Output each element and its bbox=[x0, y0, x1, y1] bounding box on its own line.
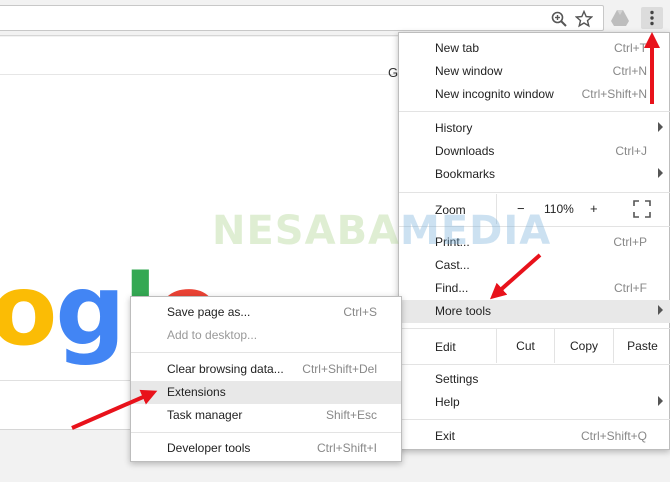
menu-item-cast[interactable]: Cast... bbox=[399, 254, 670, 277]
zoom-in-icon[interactable] bbox=[550, 10, 568, 28]
menu-item-shortcut: Shift+Esc bbox=[325, 408, 377, 422]
watermark-logo: NESABAMEDIA bbox=[212, 208, 551, 254]
menu-button[interactable] bbox=[641, 7, 663, 29]
menu-item-label: New window bbox=[435, 64, 503, 78]
menu-item-label: More tools bbox=[435, 304, 492, 318]
menu-item-history[interactable]: History bbox=[399, 117, 670, 140]
edit-row: Edit Cut Copy Paste bbox=[399, 329, 670, 363]
copy-button[interactable]: Copy bbox=[554, 329, 613, 363]
menu-item-label: History bbox=[435, 121, 473, 135]
submenu-arrow-icon bbox=[658, 122, 663, 132]
menu-item-label: Extensions bbox=[167, 385, 226, 399]
logo-letter: g bbox=[55, 254, 125, 368]
menu-item-label: Downloads bbox=[435, 144, 495, 158]
menu-separator bbox=[399, 192, 670, 193]
submenu-arrow-icon bbox=[658, 396, 663, 406]
submenu-item-save-page[interactable]: Save page as... Ctrl+S bbox=[131, 301, 401, 324]
menu-item-shortcut: Ctrl+Shift+I bbox=[316, 441, 377, 455]
browser-toolbar bbox=[0, 0, 670, 36]
more-tools-submenu: Save page as... Ctrl+S Add to desktop...… bbox=[130, 296, 402, 462]
menu-item-shortcut: Ctrl+S bbox=[343, 305, 377, 319]
menu-item-label: Cast... bbox=[435, 258, 470, 272]
submenu-item-add-to-desktop: Add to desktop... bbox=[131, 324, 401, 347]
menu-item-label: Bookmarks bbox=[435, 167, 496, 181]
submenu-arrow-icon bbox=[658, 168, 663, 178]
menu-item-shortcut: Ctrl+Shift+Del bbox=[302, 362, 377, 376]
menu-item-shortcut: Ctrl+J bbox=[615, 144, 647, 158]
menu-item-label: Settings bbox=[435, 372, 479, 386]
fullscreen-icon[interactable] bbox=[633, 200, 651, 218]
drive-icon[interactable] bbox=[610, 9, 630, 27]
menu-item-label: Developer tools bbox=[167, 441, 251, 455]
menu-item-shortcut: Ctrl+F bbox=[614, 281, 647, 295]
menu-item-exit[interactable]: Exit Ctrl+Shift+Q bbox=[399, 425, 670, 448]
address-bar[interactable] bbox=[0, 5, 604, 31]
menu-item-shortcut: Ctrl+P bbox=[613, 235, 647, 249]
menu-item-bookmarks[interactable]: Bookmarks bbox=[399, 163, 670, 186]
menu-item-new-incognito[interactable]: New incognito window Ctrl+Shift+N bbox=[399, 83, 670, 106]
menu-item-find[interactable]: Find... Ctrl+F bbox=[399, 277, 670, 300]
gmail-link-partial[interactable]: G bbox=[388, 65, 398, 80]
watermark-part2: MEDIA bbox=[400, 208, 552, 254]
menu-item-help[interactable]: Help bbox=[399, 391, 670, 414]
menu-item-shortcut: Ctrl+N bbox=[612, 64, 647, 78]
menu-item-label: Exit bbox=[435, 429, 456, 443]
menu-item-shortcut: Ctrl+Shift+N bbox=[581, 87, 647, 101]
menu-item-label: New tab bbox=[435, 41, 480, 55]
submenu-item-clear-browsing-data[interactable]: Clear browsing data... Ctrl+Shift+Del bbox=[131, 358, 401, 381]
menu-item-label: Save page as... bbox=[167, 305, 251, 319]
menu-item-label: Clear browsing data... bbox=[167, 362, 284, 376]
menu-item-settings[interactable]: Settings bbox=[399, 368, 670, 391]
menu-separator bbox=[399, 364, 670, 365]
submenu-arrow-icon bbox=[658, 305, 663, 315]
menu-item-new-window[interactable]: New window Ctrl+N bbox=[399, 60, 670, 83]
cut-button[interactable]: Cut bbox=[496, 329, 554, 363]
menu-item-label: Task manager bbox=[167, 408, 243, 422]
menu-separator bbox=[399, 419, 670, 420]
menu-item-more-tools[interactable]: More tools bbox=[399, 300, 670, 323]
menu-item-label: Add to desktop... bbox=[167, 328, 258, 342]
page-header-strip bbox=[0, 37, 400, 75]
submenu-item-task-manager[interactable]: Task manager Shift+Esc bbox=[131, 404, 401, 427]
menu-item-shortcut: Ctrl+T bbox=[614, 41, 647, 55]
edit-label: Edit bbox=[435, 340, 456, 354]
menu-separator bbox=[131, 432, 401, 433]
menu-item-label: Help bbox=[435, 395, 460, 409]
paste-button[interactable]: Paste bbox=[613, 329, 670, 363]
submenu-item-developer-tools[interactable]: Developer tools Ctrl+Shift+I bbox=[131, 437, 401, 460]
menu-separator bbox=[399, 111, 670, 112]
menu-item-label: New incognito window bbox=[435, 87, 554, 101]
menu-item-shortcut: Ctrl+Shift+Q bbox=[580, 429, 647, 443]
submenu-item-extensions[interactable]: Extensions bbox=[131, 381, 401, 404]
star-icon[interactable] bbox=[575, 10, 593, 28]
three-dots-vertical-icon bbox=[650, 10, 654, 26]
menu-separator bbox=[131, 352, 401, 353]
menu-item-label: Find... bbox=[435, 281, 469, 295]
menu-item-new-tab[interactable]: New tab Ctrl+T bbox=[399, 37, 670, 60]
menu-item-downloads[interactable]: Downloads Ctrl+J bbox=[399, 140, 670, 163]
logo-letter: o bbox=[0, 254, 57, 368]
watermark-part1: NESABA bbox=[212, 208, 401, 254]
zoom-in-button[interactable]: + bbox=[590, 201, 598, 216]
